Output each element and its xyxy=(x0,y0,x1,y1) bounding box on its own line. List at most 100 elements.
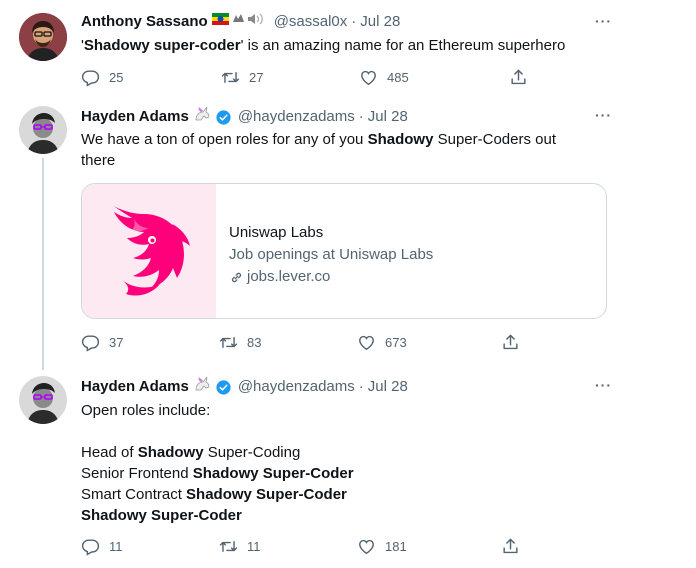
author-handle[interactable]: @haydenzadams xyxy=(238,377,355,397)
retweet-button[interactable]: 83 xyxy=(219,332,261,352)
card-domain-text: jobs.lever.co xyxy=(247,268,331,285)
like-count: 485 xyxy=(387,69,409,85)
text-segment-bold: Shadowy xyxy=(367,131,434,148)
share-button[interactable] xyxy=(501,332,520,352)
tweet-1[interactable]: Anthony Sassano @sassal0x · Jul 28 ··· '… xyxy=(0,0,696,100)
card-domain: jobs.lever.co xyxy=(229,266,433,288)
role-line: Shadowy Super-Coder xyxy=(81,505,601,526)
verified-badge-icon xyxy=(215,379,232,396)
dot-separator: · xyxy=(358,108,364,125)
author-name[interactable]: Hayden Adams xyxy=(81,377,189,397)
text-segment: We have a ton of open roles for any of y… xyxy=(81,131,368,148)
retweet-count: 83 xyxy=(247,334,262,350)
share-icon xyxy=(501,537,520,556)
text-segment: Super-Coders out xyxy=(433,131,557,148)
role-line: Head of Shadowy Super-Coding xyxy=(81,442,601,463)
role-line: Senior Frontend Shadowy Super-Coder xyxy=(81,463,601,484)
reply-count: 25 xyxy=(109,69,124,85)
like-count: 181 xyxy=(385,538,407,554)
retweet-button[interactable]: 27 xyxy=(221,67,263,87)
like-icon xyxy=(357,537,376,556)
like-button[interactable]: 485 xyxy=(359,67,409,87)
avatar-hayden[interactable] xyxy=(19,106,67,154)
tweet-text: We have a ton of open roles for any of y… xyxy=(81,129,601,171)
author-handle[interactable]: @sassal0x xyxy=(274,12,348,32)
retweet-icon xyxy=(219,537,238,556)
author-name[interactable]: Hayden Adams xyxy=(81,107,189,127)
avatar-image xyxy=(19,376,67,424)
reply-count: 37 xyxy=(109,334,124,350)
retweet-count: 11 xyxy=(247,538,261,554)
tweet-header: Hayden Adams @haydenzadams · Jul 28 xyxy=(81,106,408,128)
tweet-header: Hayden Adams @haydenzadams · Jul 28 xyxy=(81,376,408,398)
verified-badge-icon xyxy=(215,109,232,126)
tweet-text: Open roles include: Head of Shadowy Supe… xyxy=(81,400,601,526)
card-body: Uniswap Labs Job openings at Uniswap Lab… xyxy=(229,222,433,288)
link-icon xyxy=(229,270,244,285)
reply-button[interactable]: 11 xyxy=(81,536,123,556)
author-handle[interactable]: @haydenzadams xyxy=(238,107,355,127)
flag-emojis-icon xyxy=(211,12,268,32)
like-icon xyxy=(357,333,376,352)
reply-button[interactable]: 37 xyxy=(81,332,123,352)
retweet-icon xyxy=(221,68,240,87)
author-name[interactable]: Anthony Sassano xyxy=(81,12,208,32)
tweet-3[interactable]: Hayden Adams @haydenzadams · Jul 28 ··· … xyxy=(0,370,696,568)
text-segment-bold: Shadowy super-coder xyxy=(83,37,241,54)
reply-icon xyxy=(81,68,100,87)
dot-separator: · xyxy=(358,378,364,395)
text-line: Open roles include: xyxy=(81,402,211,419)
retweet-icon xyxy=(219,333,238,352)
like-button[interactable]: 673 xyxy=(357,332,407,352)
unicorn-emoji-icon xyxy=(193,106,211,128)
text-line: We have a ton of open roles for any of y… xyxy=(81,129,601,150)
dot-separator: · xyxy=(351,13,357,30)
text-line: there xyxy=(81,152,116,169)
card-description: Job openings at Uniswap Labs xyxy=(229,246,434,263)
text-segment-bold: Shadowy xyxy=(137,444,204,461)
text-segment: Head of xyxy=(81,444,138,461)
text-segment: Senior Frontend xyxy=(81,465,193,482)
more-options-icon[interactable]: ··· xyxy=(595,377,612,393)
avatar-image xyxy=(19,13,67,61)
uniswap-unicorn-logo-icon xyxy=(82,184,216,318)
tweet-actions: 37 83 673 xyxy=(81,332,541,356)
retweet-count: 27 xyxy=(249,69,264,85)
like-count: 673 xyxy=(385,334,407,350)
like-button[interactable]: 181 xyxy=(357,536,407,556)
reply-icon xyxy=(81,537,100,556)
share-icon xyxy=(509,68,528,87)
text-segment-bold: Shadowy Super-Coder xyxy=(192,465,354,482)
reply-count: 11 xyxy=(109,538,123,554)
text-segment-bold: Shadowy Super-Coder xyxy=(81,507,242,524)
unicorn-emoji-icon xyxy=(193,376,211,398)
card-title: Uniswap Labs xyxy=(229,224,324,241)
role-line: Smart Contract Shadowy Super-Coder xyxy=(81,484,601,505)
more-options-icon[interactable]: ··· xyxy=(595,107,612,123)
share-button[interactable] xyxy=(509,67,528,87)
reply-icon xyxy=(81,333,100,352)
text-segment-bold: Shadowy Super-Coder xyxy=(186,486,347,503)
share-button[interactable] xyxy=(501,536,520,556)
tweet-date[interactable]: Jul 28 xyxy=(368,377,408,397)
tweet-text: 'Shadowy super-coder' is an amazing name… xyxy=(81,35,565,56)
avatar-hayden[interactable] xyxy=(19,376,67,424)
link-preview-card[interactable]: Uniswap Labs Job openings at Uniswap Lab… xyxy=(81,183,607,319)
text-segment: Super-Coding xyxy=(203,444,301,461)
avatar-anthony[interactable] xyxy=(19,13,67,61)
share-icon xyxy=(501,333,520,352)
text-segment: Smart Contract xyxy=(81,486,187,503)
tweet-actions: 11 11 181 xyxy=(81,536,541,560)
tweet-actions: 25 27 485 xyxy=(81,67,541,91)
text-segment: ' is an amazing name for an Ethereum sup… xyxy=(240,37,566,54)
tweet-date[interactable]: Jul 28 xyxy=(368,107,408,127)
retweet-button[interactable]: 11 xyxy=(219,536,261,556)
reply-button[interactable]: 25 xyxy=(81,67,123,87)
avatar-image xyxy=(19,106,67,154)
like-icon xyxy=(359,68,378,87)
tweet-date[interactable]: Jul 28 xyxy=(360,12,400,32)
tweet-header: Anthony Sassano @sassal0x · Jul 28 xyxy=(81,12,400,32)
more-options-icon[interactable]: ··· xyxy=(595,13,612,29)
card-thumbnail xyxy=(82,184,216,318)
